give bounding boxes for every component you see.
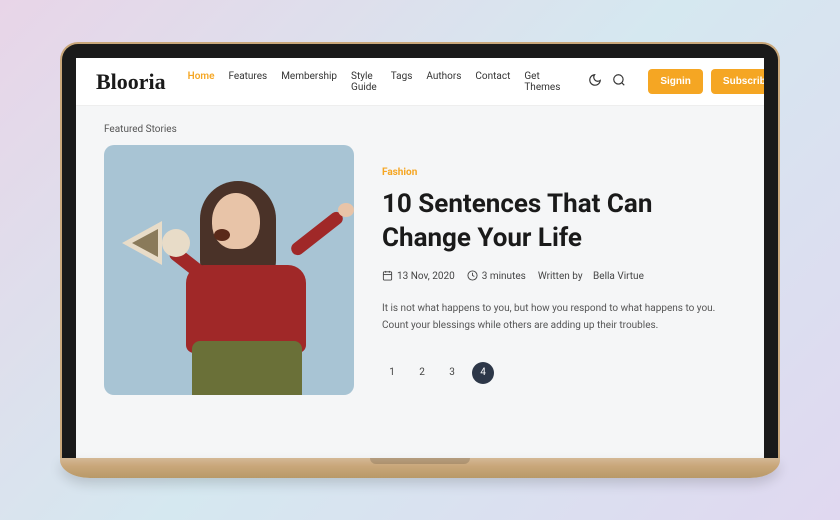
nav-tags[interactable]: Tags [391, 71, 413, 93]
story-excerpt: It is not what happens to you, but how y… [382, 300, 722, 334]
story-meta: 13 Nov, 2020 3 minutes Written by [382, 270, 736, 284]
signin-button[interactable]: Signin [648, 69, 703, 94]
nav-features[interactable]: Features [228, 71, 267, 93]
meta-author: Written by Bella Virtue [538, 271, 644, 282]
nav-buttons: Signin Subscribe [648, 69, 764, 94]
nav-icons [588, 72, 626, 91]
nav-links: Home Features Membership Style Guide Tag… [188, 71, 561, 93]
story-image[interactable] [104, 145, 354, 395]
laptop-base [60, 458, 780, 478]
meta-date: 13 Nov, 2020 [382, 270, 455, 284]
story-title[interactable]: 10 Sentences That Can Change Your Life [382, 188, 736, 256]
subscribe-button[interactable]: Subscribe [711, 69, 764, 94]
nav-get-themes[interactable]: Get Themes [524, 71, 560, 93]
author-prefix: Written by [538, 271, 583, 282]
story-category[interactable]: Fashion [382, 167, 736, 178]
nav-style-guide[interactable]: Style Guide [351, 71, 377, 93]
page-4[interactable]: 4 [472, 362, 494, 384]
search-icon[interactable] [612, 72, 626, 91]
page-1[interactable]: 1 [382, 363, 402, 383]
laptop-frame: Blooria Home Features Membership Style G… [60, 42, 780, 458]
story-author[interactable]: Bella Virtue [593, 271, 644, 282]
nav-membership[interactable]: Membership [281, 71, 337, 93]
section-label: Featured Stories [104, 124, 736, 135]
story-readtime: 3 minutes [482, 271, 526, 282]
pagination: 1 2 3 4 [382, 362, 736, 384]
story-date: 13 Nov, 2020 [397, 271, 455, 282]
page-2[interactable]: 2 [412, 363, 432, 383]
meta-readtime: 3 minutes [467, 270, 526, 284]
site-logo[interactable]: Blooria [96, 69, 166, 95]
page-3[interactable]: 3 [442, 363, 462, 383]
laptop-mockup: Blooria Home Features Membership Style G… [60, 42, 780, 478]
content: Featured Stories [76, 106, 764, 458]
clock-icon [467, 270, 478, 284]
laptop-screen: Blooria Home Features Membership Style G… [76, 58, 764, 458]
nav-contact[interactable]: Contact [475, 71, 510, 93]
page: Blooria Home Features Membership Style G… [76, 58, 764, 458]
story-body: Fashion 10 Sentences That Can Change You… [382, 145, 736, 395]
dark-mode-icon[interactable] [588, 72, 602, 91]
featured-story: Fashion 10 Sentences That Can Change You… [104, 145, 736, 395]
nav-home[interactable]: Home [188, 71, 215, 93]
navbar: Blooria Home Features Membership Style G… [76, 58, 764, 106]
calendar-icon [382, 270, 393, 284]
nav-authors[interactable]: Authors [426, 71, 461, 93]
